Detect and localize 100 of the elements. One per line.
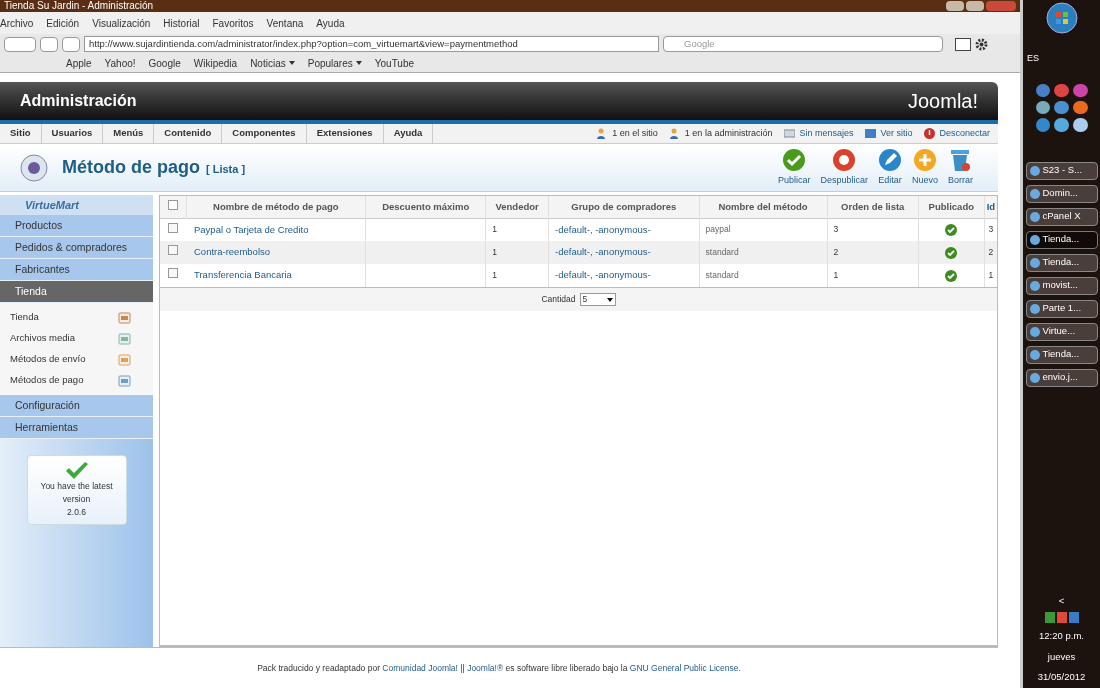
taskbar-item[interactable]: Tienda... [1025, 230, 1098, 249]
users-icon [669, 128, 681, 139]
admin-menu-item[interactable]: Extensiones [306, 124, 384, 143]
bookmark-link[interactable]: Apple [66, 55, 92, 71]
menu-item[interactable]: Visualización [92, 15, 151, 31]
sidebar-item[interactable]: Pedidos & compradores [0, 237, 153, 259]
footer-link[interactable]: GNU General Public License. [629, 662, 741, 673]
column-header[interactable]: Grupo de compradores [548, 196, 700, 218]
taskbar-item[interactable]: Domin... [1025, 184, 1098, 203]
check-icon [64, 462, 89, 480]
method-link[interactable]: Paypal o Tarjeta de Credito [194, 223, 309, 235]
column-header[interactable]: Orden de lista [827, 196, 919, 218]
taskbar-item[interactable]: Tienda... [1025, 345, 1098, 364]
sidebar-item[interactable]: Tienda [0, 281, 153, 303]
toolbar-button[interactable]: Publicar [772, 147, 816, 188]
toolbar-button[interactable]: Editar [872, 147, 907, 188]
clock-date[interactable]: 31/05/2012 [1037, 669, 1086, 684]
method-link[interactable]: Contra-reembolso [194, 246, 271, 258]
method-link[interactable]: Transferencia Bancaria [194, 269, 292, 281]
table-cell: paypal [699, 218, 828, 241]
check-icon [782, 147, 807, 172]
truck-icon [118, 353, 131, 366]
row-checkbox[interactable] [168, 245, 178, 256]
column-header[interactable]: Nombre del método [699, 196, 828, 218]
published-check-icon[interactable] [945, 224, 958, 237]
column-header[interactable]: Id [984, 196, 997, 218]
taskbar-item[interactable]: Virtue... [1025, 322, 1098, 341]
sidebar-item[interactable]: Configuración [0, 395, 153, 417]
page-subtitle: [ Lista ] [206, 162, 246, 178]
sidebar-subitem[interactable]: Archivos media [10, 331, 75, 346]
start-button[interactable] [1045, 2, 1078, 34]
bookmark-link[interactable]: Wikipedia [193, 55, 238, 71]
column-header[interactable]: Nombre de método de pago [186, 196, 366, 218]
menu-item[interactable]: Ventana [266, 15, 304, 31]
column-header[interactable]: Vendedor [485, 196, 549, 218]
globe-icon [1029, 234, 1040, 245]
menu-item[interactable]: Ayuda [316, 15, 345, 31]
row-checkbox[interactable] [168, 268, 178, 279]
bookmark-menu[interactable]: Noticias [250, 55, 295, 71]
sidebar-item[interactable]: Productos [0, 215, 153, 237]
select-all-checkbox[interactable] [167, 199, 178, 210]
sidebar-item[interactable]: Fabricantes [0, 259, 153, 281]
footer-link[interactable]: Comunidad Joomla! [382, 662, 458, 673]
settings-icon[interactable] [975, 37, 988, 51]
taskbar-item[interactable]: envio.j... [1025, 368, 1098, 387]
status-link[interactable]: Desconectar [939, 126, 990, 141]
bookmark-menu[interactable]: Populares [307, 55, 362, 71]
bookmark-link[interactable]: Google [148, 55, 181, 71]
group-link[interactable]: -default-, -anonymous- [555, 246, 651, 258]
tray-icon[interactable] [1068, 612, 1079, 624]
menu-item[interactable]: Favoritos [212, 15, 254, 31]
quick-launch-icons[interactable] [1035, 83, 1088, 132]
taskbar-item[interactable]: Tienda... [1025, 253, 1098, 272]
menu-item[interactable]: Archivo [0, 15, 34, 31]
taskbar-item[interactable]: S23 - S... [1025, 161, 1098, 180]
screen-icon [865, 129, 877, 138]
language-indicator[interactable]: ES [1027, 52, 1039, 66]
group-link[interactable]: -default-, -anonymous- [555, 223, 651, 235]
maximize-button[interactable] [966, 1, 984, 11]
column-header[interactable]: Descuento máximo [365, 196, 486, 218]
bookmark-link[interactable]: Yahoo! [104, 55, 136, 71]
admin-menu-item[interactable]: Ayuda [383, 124, 434, 143]
footer-link[interactable]: Joomla!® [467, 662, 504, 673]
published-check-icon[interactable] [945, 269, 958, 282]
admin-menu-item[interactable]: Contenido [154, 124, 223, 143]
admin-menu-item[interactable]: Usuarios [41, 124, 104, 143]
row-checkbox[interactable] [168, 222, 178, 233]
toolbar-button[interactable]: Borrar [943, 147, 978, 188]
status-link[interactable]: Ver sitio [880, 126, 913, 141]
quantity-select[interactable]: 5 [579, 293, 616, 306]
globe-icon [1029, 372, 1040, 383]
column-header[interactable]: Publicado [918, 196, 985, 218]
menu-item[interactable]: Historial [163, 15, 200, 31]
menu-item[interactable]: Edición [46, 15, 80, 31]
admin-menu-item[interactable]: Menús [103, 124, 155, 143]
sidebar-item[interactable]: Herramientas [0, 417, 153, 439]
toolbar-button[interactable]: Despublicar [815, 147, 873, 188]
taskbar-item[interactable]: Parte 1... [1025, 299, 1098, 318]
bookmark-link[interactable]: YouTube [374, 55, 415, 71]
group-link[interactable]: -default-, -anonymous- [555, 269, 651, 281]
show-hidden-icons[interactable]: < [1058, 594, 1065, 609]
clock-time[interactable]: 12:20 p.m. [1039, 629, 1084, 644]
sidebar-subitem[interactable]: Métodos de envío [10, 352, 86, 367]
minimize-button[interactable] [946, 1, 964, 11]
quantity-label: Cantidad [541, 293, 576, 306]
sidebar-subitem[interactable]: Tienda [10, 310, 39, 325]
tray-icon[interactable] [1044, 612, 1055, 624]
taskbar-item[interactable]: cPanel X [1025, 207, 1098, 226]
plus-icon [912, 147, 937, 172]
tray-icon[interactable] [1056, 612, 1067, 624]
taskbar-item[interactable]: movist... [1025, 276, 1098, 295]
sidebar-subitem[interactable]: Métodos de pago [10, 373, 84, 388]
admin-menu-item[interactable]: Componentes [222, 124, 307, 143]
admin-menu-item[interactable]: Sitio [0, 124, 42, 143]
toolbar-button[interactable]: Nuevo [906, 147, 943, 188]
address-field[interactable]: http://www.sujardintienda.com/administrator/index.php?option=com_virtuemart&view=paymentmethod [84, 36, 659, 52]
published-check-icon[interactable] [945, 246, 958, 259]
page-menu-button[interactable] [955, 37, 971, 51]
status-link[interactable]: Sin mensajes [799, 126, 854, 141]
clock-day[interactable]: jueves [1047, 649, 1076, 664]
